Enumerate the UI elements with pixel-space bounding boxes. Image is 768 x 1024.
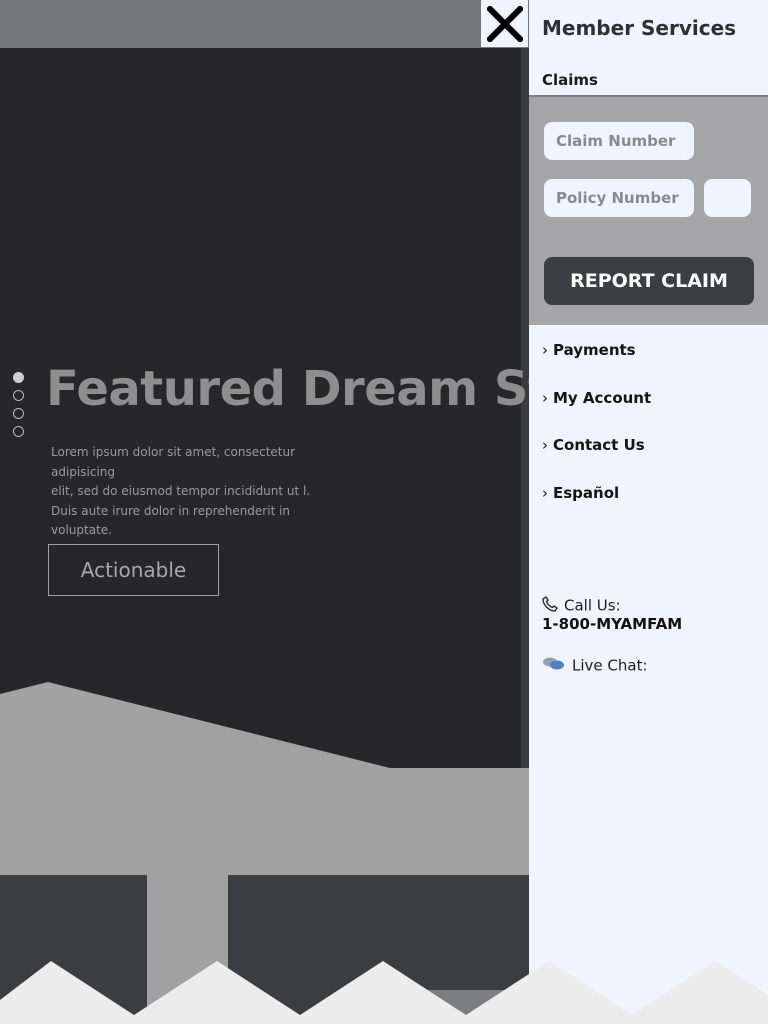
chevron-right-icon: › — [542, 436, 548, 454]
slide-dot-1[interactable] — [13, 372, 24, 383]
slide-dot-2[interactable] — [13, 390, 24, 401]
claims-heading: Claims — [542, 71, 598, 89]
slide-dot-4[interactable] — [13, 426, 24, 437]
chat-bubbles-icon — [542, 656, 566, 676]
phone-number[interactable]: 1-800-MYAMFAM — [542, 615, 682, 633]
policy-number-input[interactable] — [544, 179, 694, 217]
nav-item-contact-us[interactable]: › Contact Us — [542, 436, 645, 454]
phone-icon — [542, 596, 558, 616]
hero-text-line: Lorem ipsum dolor sit amet, consectetur … — [51, 445, 296, 479]
hero-title: Featured Dream Story — [46, 361, 529, 417]
slide-indicators — [13, 372, 25, 444]
hero-description: Lorem ipsum dolor sit amet, consectetur … — [51, 443, 351, 541]
slide-dot-3[interactable] — [13, 408, 24, 419]
nav-item-espanol[interactable]: › Español — [542, 484, 619, 502]
nav-item-label: Español — [553, 484, 620, 502]
nav-item-label: Contact Us — [553, 436, 645, 454]
top-bar — [0, 0, 529, 48]
claim-number-input[interactable] — [544, 122, 694, 160]
chevron-right-icon: › — [542, 341, 548, 359]
close-icon — [486, 5, 523, 42]
live-chat-label: Live Chat: — [572, 656, 648, 675]
nav-item-label: My Account — [553, 389, 652, 407]
chevron-right-icon: › — [542, 484, 548, 502]
hero-text-line: Duis aute irure dolor in reprehenderit i… — [51, 503, 291, 538]
background-slope-shape — [0, 682, 529, 882]
nav-item-payments[interactable]: › Payments — [542, 341, 636, 359]
close-button[interactable] — [481, 0, 528, 47]
call-us-label: Call Us: — [564, 596, 621, 615]
claims-form: REPORT CLAIM — [529, 95, 768, 325]
nav-item-my-account[interactable]: › My Account — [542, 389, 651, 407]
chevron-right-icon: › — [542, 389, 548, 407]
nav-item-label: Payments — [553, 341, 636, 359]
call-us-row[interactable]: Call Us: — [542, 596, 621, 616]
member-services-panel: Member Services Claims REPORT CLAIM › Pay… — [529, 0, 768, 1024]
live-chat-row[interactable]: Live Chat: — [542, 656, 648, 676]
claim-extra-input[interactable] — [704, 179, 751, 217]
panel-title: Member Services — [542, 16, 737, 40]
actionable-button[interactable]: Actionable — [48, 544, 219, 596]
hero-text-line: elit, sed do eiusmod tempor incididunt u… — [51, 484, 311, 498]
report-claim-button[interactable]: REPORT CLAIM — [544, 257, 754, 305]
bottom-zigzag-border — [0, 961, 768, 1024]
